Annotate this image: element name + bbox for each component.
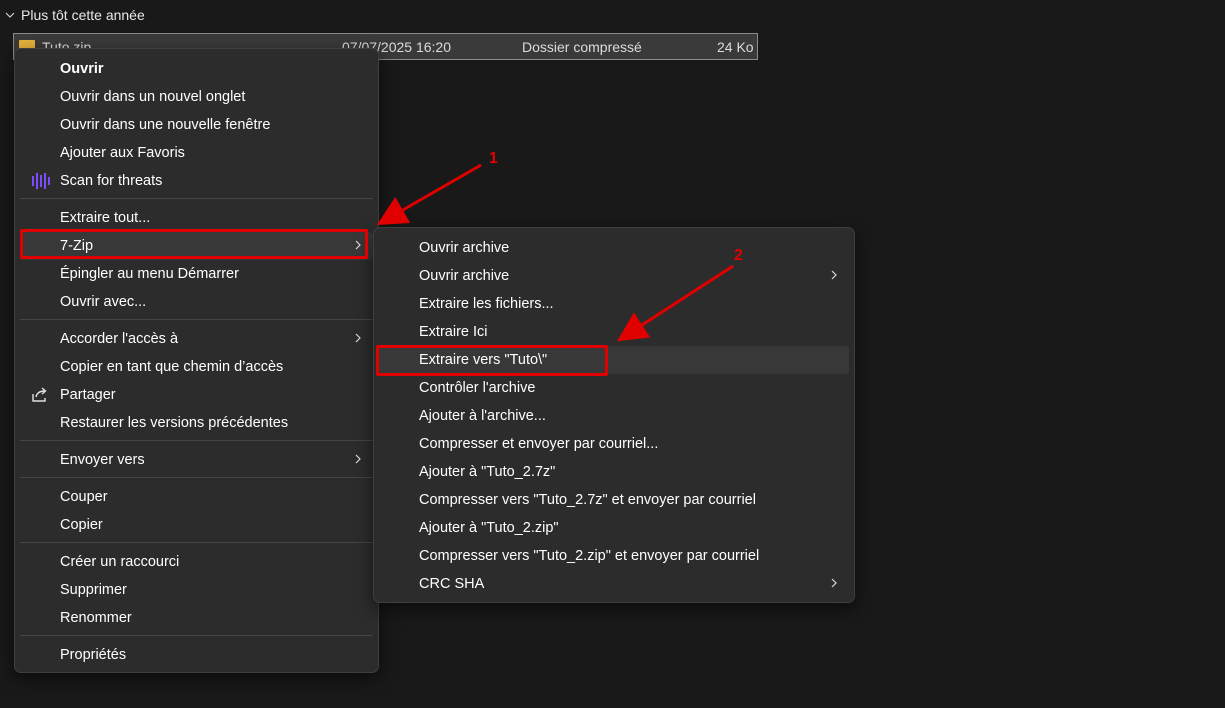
annotation-arrow-1 [376,163,482,225]
annotation-arrows [376,163,734,342]
annotation-arrow-2 [616,264,734,342]
annotation-number-2: 2 [734,247,743,264]
annotation-number-1: 1 [489,150,498,167]
